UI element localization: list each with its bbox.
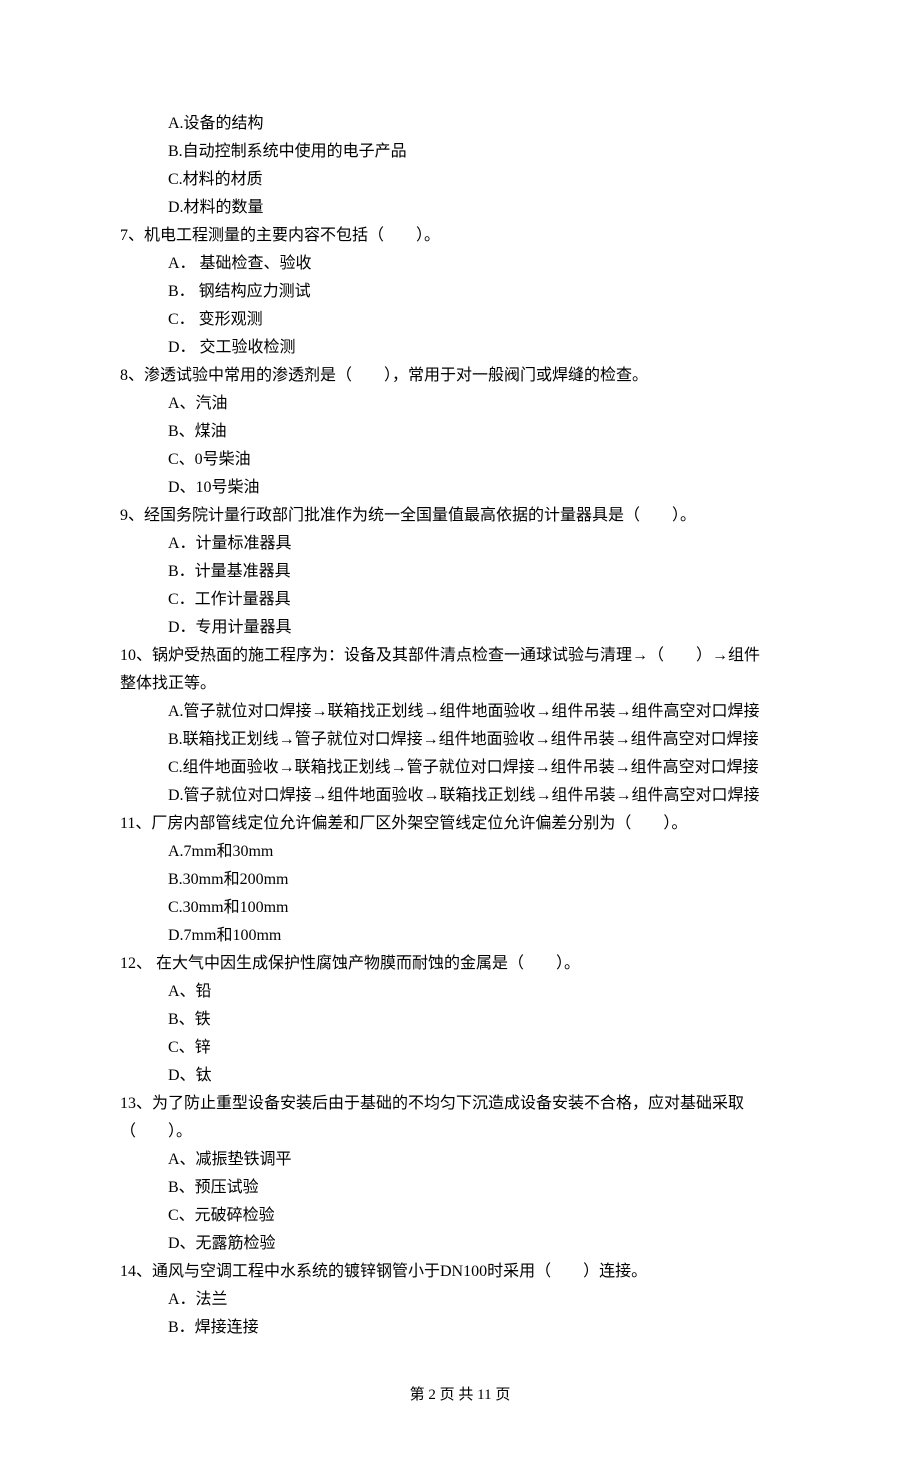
q12-option-d: D、钛 — [168, 1062, 800, 1090]
q7-option-a: A． 基础检查、验收 — [168, 250, 800, 278]
q10-option-a: A.管子就位对口焊接→联箱找正划线→组件地面验收→组件吊装→组件高空对口焊接 — [168, 698, 800, 726]
q6-option-d: D.材料的数量 — [168, 194, 800, 222]
q10-option-c: C.组件地面验收→联箱找正划线→管子就位对口焊接→组件吊装→组件高空对口焊接 — [168, 754, 800, 782]
q8-option-a: A、汽油 — [168, 390, 800, 418]
q12-option-a: A、铅 — [168, 978, 800, 1006]
q13-option-c: C、元破碎检验 — [168, 1202, 800, 1230]
q14-option-b: B．焊接连接 — [168, 1314, 800, 1342]
q11-option-c: C.30mm和100mm — [168, 894, 800, 922]
q9-option-b: B．计量基准器具 — [168, 558, 800, 586]
q12-option-c: C、锌 — [168, 1034, 800, 1062]
q9-stem: 9、经国务院计量行政部门批准作为统一全国量值最高依据的计量器具是（ ）。 — [120, 502, 800, 530]
q10-option-b: B.联箱找正划线→管子就位对口焊接→组件地面验收→组件吊装→组件高空对口焊接 — [168, 726, 800, 754]
q10-option-d: D.管子就位对口焊接→组件地面验收→联箱找正划线→组件吊装→组件高空对口焊接 — [168, 782, 800, 810]
q13-option-d: D、无露筋检验 — [168, 1230, 800, 1258]
q9-option-c: C．工作计量器具 — [168, 586, 800, 614]
q6-option-a: A.设备的结构 — [168, 110, 800, 138]
q10-stem-line1: 10、锅炉受热面的施工程序为：设备及其部件清点检查一通球试验与清理→（ ）→组件 — [120, 642, 800, 670]
q14-option-a: A．法兰 — [168, 1286, 800, 1314]
q8-option-b: B、煤油 — [168, 418, 800, 446]
q13-option-b: B、预压试验 — [168, 1174, 800, 1202]
q13-stem-line1: 13、为了防止重型设备安装后由于基础的不均匀下沉造成设备安装不合格，应对基础采取 — [120, 1090, 800, 1118]
q11-option-d: D.7mm和100mm — [168, 922, 800, 950]
q8-option-d: D、10号柴油 — [168, 474, 800, 502]
q12-stem: 12、 在大气中因生成保护性腐蚀产物膜而耐蚀的金属是（ ）。 — [120, 950, 800, 978]
q11-option-b: B.30mm和200mm — [168, 866, 800, 894]
q7-option-b: B． 钢结构应力测试 — [168, 278, 800, 306]
q7-stem: 7、机电工程测量的主要内容不包括（ ）。 — [120, 222, 800, 250]
q7-option-c: C． 变形观测 — [168, 306, 800, 334]
q14-stem: 14、通风与空调工程中水系统的镀锌钢管小于DN100时采用（ ）连接。 — [120, 1258, 800, 1286]
q6-option-b: B.自动控制系统中使用的电子产品 — [168, 138, 800, 166]
q13-stem-line2: （ ）。 — [120, 1118, 800, 1146]
q11-stem: 11、厂房内部管线定位允许偏差和厂区外架空管线定位允许偏差分别为（ ）。 — [120, 810, 800, 838]
q11-option-a: A.7mm和30mm — [168, 838, 800, 866]
q7-option-d: D． 交工验收检测 — [168, 334, 800, 362]
q8-stem: 8、渗透试验中常用的渗透剂是（ ），常用于对一般阀门或焊缝的检查。 — [120, 362, 800, 390]
q8-option-c: C、0号柴油 — [168, 446, 800, 474]
q6-option-c: C.材料的材质 — [168, 166, 800, 194]
q9-option-d: D．专用计量器具 — [168, 614, 800, 642]
page-footer: 第 2 页 共 11 页 — [120, 1382, 800, 1408]
q13-option-a: A、减振垫铁调平 — [168, 1146, 800, 1174]
q9-option-a: A．计量标准器具 — [168, 530, 800, 558]
q12-option-b: B、铁 — [168, 1006, 800, 1034]
q10-stem-line2: 整体找正等。 — [120, 670, 800, 698]
